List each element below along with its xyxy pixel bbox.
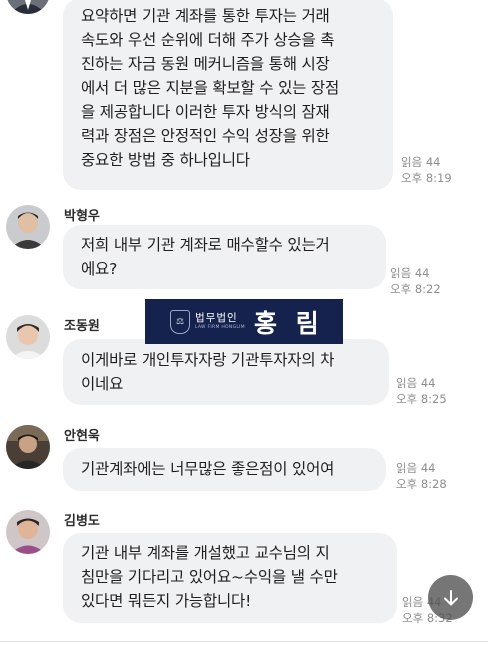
message-bubble[interactable]: 기관 내부 계좌를 개설했고 교수님의 지 침만을 기다리고 있어요~수익을 낼… [63, 533, 397, 623]
arrow-down-icon [443, 589, 458, 605]
avatar[interactable] [6, 0, 50, 14]
timestamp: 오후 8:28 [396, 477, 447, 491]
firm-name: 법무법인 [195, 312, 238, 324]
read-count: 읽음 44 [401, 155, 441, 169]
message-bubble[interactable]: 기관계좌에는 너무많은 좋은점이 있어여 [63, 448, 386, 491]
timestamp: 오후 8:19 [401, 171, 452, 185]
firm-name-english: LAW FIRM HONGLIM [195, 325, 245, 330]
sender-name: 조동원 [64, 319, 100, 334]
message-bubble[interactable]: 요약하면 기관 계좌를 통한 투자는 거래 속도와 우선 순위에 더해 주가 상… [63, 0, 393, 190]
timestamp: 오후 8:22 [390, 282, 441, 296]
message-bubble[interactable]: 저희 내부 기관 계좌로 매수할수 있는거 에요? [63, 225, 386, 289]
avatar[interactable] [6, 205, 50, 249]
message-bubble[interactable]: 이게바로 개인투자자랑 기관투자자의 차 이네요 [63, 339, 389, 405]
sender-name: 박형우 [64, 209, 100, 224]
scales-emblem-icon: ⚖ [170, 309, 190, 334]
avatar[interactable] [6, 315, 50, 359]
firm-brand: 홍 림 [253, 308, 324, 338]
scroll-to-bottom-button[interactable] [428, 575, 473, 620]
message-meta: 읽음 44 오후 8:19 [401, 154, 452, 186]
sender-name: 김병도 [64, 514, 100, 529]
divider [0, 641, 488, 642]
timestamp: 오후 8:25 [396, 392, 447, 406]
sender-name: 안현욱 [64, 429, 100, 444]
message-meta: 읽음 44 오후 8:22 [390, 265, 441, 297]
avatar[interactable] [6, 425, 50, 469]
read-count: 읽음 44 [396, 376, 436, 390]
read-count: 읽음 44 [396, 461, 436, 475]
message-meta: 읽음 44 오후 8:25 [396, 375, 447, 407]
message-meta: 읽음 44 오후 8:28 [396, 460, 447, 492]
read-count: 읽음 44 [390, 266, 430, 280]
avatar[interactable] [6, 510, 50, 554]
law-firm-watermark: ⚖ 법무법인 LAW FIRM HONGLIM 홍 림 [145, 299, 343, 344]
chat-thread: 요약하면 기관 계좌를 통한 투자는 거래 속도와 우선 순위에 더해 주가 상… [0, 0, 488, 645]
